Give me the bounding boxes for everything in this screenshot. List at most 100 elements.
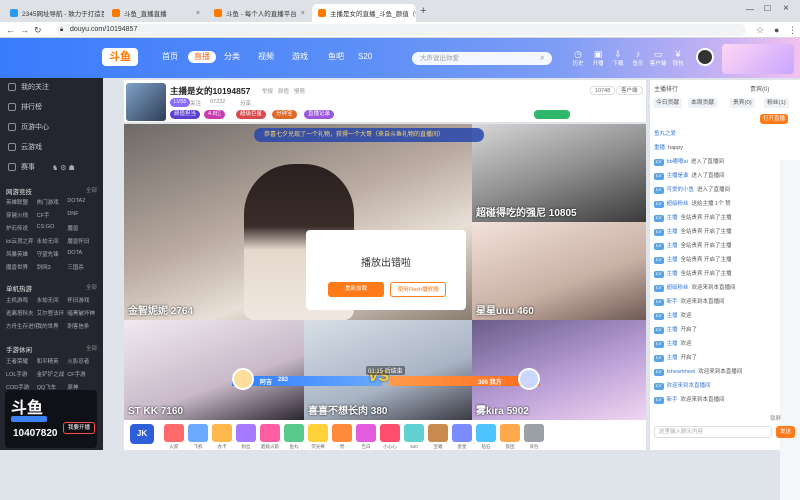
promo-banner[interactable]	[722, 44, 794, 74]
search-input[interactable]: 大声说出你爱	[412, 52, 552, 65]
chat-username[interactable]: 新手	[667, 396, 678, 405]
video-player[interactable]: 金智妮妮 2764 超碰得吃的强尼 10805 星星uuu 460 ST KK …	[124, 124, 646, 420]
sidebar-game-link[interactable]: DOTA2	[67, 198, 98, 206]
gift-item[interactable]: 宝箱	[428, 424, 448, 449]
sidebar-game-link[interactable]: 王者荣耀	[6, 357, 37, 365]
new-tab-button[interactable]: +	[420, 5, 426, 17]
sidebar-game-link[interactable]: 魔兽世界	[6, 263, 37, 271]
chat-input[interactable]: 这里输入聊天内容	[654, 426, 772, 438]
gift-item[interactable]: 赞	[332, 424, 352, 449]
sidebar-game-link[interactable]: 守望先锋	[37, 250, 68, 258]
sidebar-game-link[interactable]: 炉石传说	[6, 224, 37, 232]
gift-item[interactable]: 星星	[452, 424, 472, 449]
minimize-icon[interactable]: —	[746, 5, 754, 14]
gift-item[interactable]: 饭团	[500, 424, 520, 449]
tab-week[interactable]: 本周贡献	[688, 98, 718, 108]
browser-tab-active[interactable]: 主播是女的直播_斗鱼_颜值（慢萌）直播×	[312, 4, 416, 22]
sidebar-section-more[interactable]: 全部	[86, 186, 97, 194]
sidebar-game-link[interactable]: 永劫无间	[37, 237, 68, 245]
tab-today[interactable]: 今日贡献	[653, 98, 683, 108]
sidebar-game-link[interactable]: 火影忍者	[67, 357, 98, 365]
sidebar-game-link[interactable]: 逃离塔科夫	[6, 309, 37, 317]
sidebar-item-webgame[interactable]: 页游中心	[8, 122, 49, 132]
nav-category[interactable]: 分类	[224, 51, 240, 63]
client-watch-button[interactable]: 客户端	[616, 86, 643, 95]
gift-item[interactable]: 520	[404, 424, 424, 449]
gift-item[interactable]: 小心心	[380, 424, 400, 449]
start-stream-ad-button[interactable]: 我要开播	[63, 422, 95, 434]
sidebar-item-rank[interactable]: 排行榜	[8, 102, 42, 112]
followers-label[interactable]: 关注	[190, 99, 201, 107]
chat-username[interactable]: 主播	[667, 326, 678, 335]
sidebar-game-link[interactable]: CF手游	[67, 370, 98, 378]
nav-video[interactable]: 视频	[258, 51, 274, 63]
reload-icon[interactable]: ↻	[34, 25, 42, 35]
sidebar-game-link[interactable]: 怀旧游戏	[67, 296, 98, 304]
flash-player-button[interactable]: 使用Flash播放器	[390, 282, 446, 297]
back-icon[interactable]: ←	[6, 25, 15, 35]
gift-item[interactable]: 背包	[524, 424, 544, 449]
close-window-icon[interactable]: ×	[783, 3, 789, 14]
close-tab-icon[interactable]: ×	[301, 10, 305, 17]
chat-username[interactable]: 主播	[667, 270, 678, 279]
sidebar-game-link[interactable]: 穿越火线	[6, 211, 37, 219]
browser-tab-2[interactable]: 斗鱼_直播直播 ×	[106, 4, 206, 22]
close-tab-icon[interactable]: ×	[196, 10, 200, 17]
chat-username[interactable]: 欢迎来到本直播间	[667, 382, 711, 391]
search-icon[interactable]: ⌕	[540, 53, 544, 63]
sidebar-section-more[interactable]: 全部	[86, 344, 97, 352]
nav-s20[interactable]: S20	[358, 51, 372, 63]
browser-tab-1[interactable]: 2345网址导航 - 致力于打造百年品牌×	[4, 4, 104, 22]
nav-home[interactable]: 首页	[162, 51, 178, 63]
sidebar-item-follow[interactable]: 我的关注	[8, 82, 49, 92]
gift-item[interactable]: 告白	[356, 424, 376, 449]
gift-item[interactable]: 钻石	[476, 424, 496, 449]
wallet-button[interactable]: ¥ 钱包	[666, 49, 690, 67]
chat-username[interactable]: 主播	[667, 354, 678, 363]
gift-item[interactable]: 飞机	[188, 424, 208, 449]
gift-item[interactable]: 鱼丸	[284, 424, 304, 449]
tab-fans[interactable]: 粉丝(1)	[764, 98, 789, 108]
profile-icon[interactable]: ●	[774, 25, 779, 35]
tab-vip[interactable]: 贵宾(0)	[730, 98, 755, 108]
streamer-avatar[interactable]	[126, 83, 166, 121]
chat-username[interactable]: 主播	[667, 242, 678, 251]
sidebar-item-events[interactable]: 赛事	[8, 162, 35, 172]
sidebar-game-link[interactable]: 暗黑破坏神	[67, 309, 98, 317]
share-button[interactable]: 分享	[240, 99, 251, 107]
sidebar-game-link[interactable]: 方舟生存进化	[6, 322, 37, 330]
chat-username[interactable]: 主播	[667, 312, 678, 321]
sidebar-game-link[interactable]: 永劫无间	[37, 296, 68, 304]
chat-username[interactable]: 主播是谁	[667, 172, 689, 181]
chat-username[interactable]: 主播	[667, 256, 678, 265]
chat-username[interactable]: 主播	[667, 228, 678, 237]
nav-games[interactable]: 游戏	[292, 51, 308, 63]
follow-status-badge[interactable]	[534, 110, 570, 119]
sidebar-game-link[interactable]: 艾尔登法环	[37, 309, 68, 317]
chat-username[interactable]: 主播	[667, 340, 678, 349]
vip-tab[interactable]: 贵宾(0)	[750, 84, 769, 93]
sidebar-game-link[interactable]: 剑网3	[37, 263, 68, 271]
nav-live[interactable]: 直播	[188, 51, 216, 63]
sidebar-item-cloudgame[interactable]: 云游戏	[8, 142, 42, 152]
gift-item[interactable]: 火箭	[164, 424, 184, 449]
sidebar-game-link[interactable]: 我的世界	[37, 322, 68, 330]
sidebar-game-link[interactable]: 风暴英雄	[6, 250, 37, 258]
reload-button[interactable]: 重新加载	[328, 282, 384, 297]
gift-item[interactable]: 办卡	[212, 424, 232, 449]
sidebar-game-link[interactable]: 三国杀	[67, 263, 98, 271]
sidebar-game-link[interactable]: LOL手游	[6, 370, 37, 378]
sidebar-game-link[interactable]: DNF	[67, 211, 98, 219]
chat-username[interactable]: 超级粉丝	[667, 200, 689, 209]
chat-username[interactable]: 超级粉丝	[667, 284, 689, 293]
streamer-rank-tab[interactable]: 主播排行	[654, 84, 678, 93]
sidebar-game-link[interactable]: 刺客信条	[67, 322, 98, 330]
chat-username[interactable]: 主播	[667, 214, 678, 223]
sidebar-game-link[interactable]: 热门游戏	[37, 198, 68, 206]
nav-yuba[interactable]: 鱼吧	[328, 51, 344, 63]
user-avatar[interactable]	[696, 48, 714, 66]
sidebar-game-link[interactable]: 魔兽怀旧	[67, 237, 98, 245]
sidebar-game-link[interactable]: 英雄联盟	[6, 198, 37, 206]
sidebar-game-link[interactable]: 魔兽	[67, 224, 98, 232]
maximize-icon[interactable]: ☐	[764, 4, 771, 13]
